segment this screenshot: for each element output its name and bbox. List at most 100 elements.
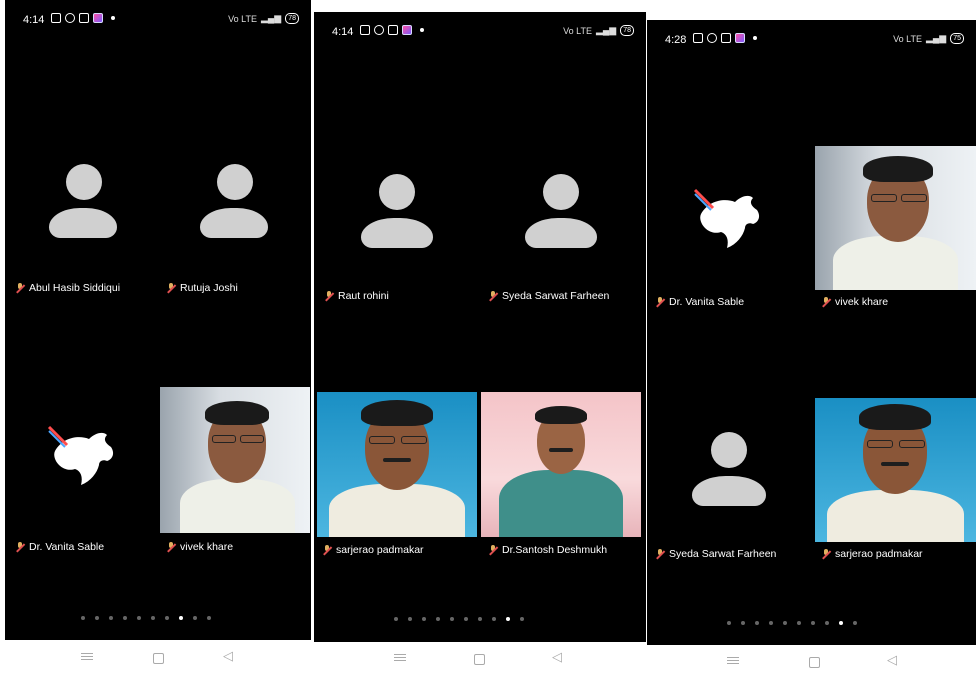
status-right: Vo LTE ▂▄▆ 78 xyxy=(563,25,634,36)
page-dot[interactable] xyxy=(408,617,412,621)
page-dot[interactable] xyxy=(450,617,454,621)
page-dot[interactable] xyxy=(123,616,127,620)
page-dot[interactable] xyxy=(95,616,99,620)
participant-name-row: vivek khare xyxy=(166,541,233,553)
participant-name: sarjerao padmakar xyxy=(835,548,923,560)
page-dot[interactable] xyxy=(478,617,482,621)
recents-lines-icon[interactable] xyxy=(727,657,739,664)
participant-name: Syeda Sarwat Farheen xyxy=(669,548,777,560)
recents-lines-icon[interactable] xyxy=(81,653,93,660)
page-dot[interactable] xyxy=(769,621,773,625)
participant-tile[interactable]: Syeda Sarwat Farheen xyxy=(647,398,813,568)
page-dot[interactable] xyxy=(207,616,211,620)
page-dot[interactable] xyxy=(811,621,815,625)
participant-video xyxy=(160,387,310,533)
page-indicator[interactable] xyxy=(81,616,211,620)
participant-name: vivek khare xyxy=(835,296,889,308)
page-dot[interactable] xyxy=(783,621,787,625)
signal-label: Vo LTE xyxy=(563,25,592,36)
globe-icon xyxy=(374,25,384,35)
signal-label: Vo LTE xyxy=(228,13,257,24)
mic-off-icon xyxy=(15,542,25,552)
notification-icons xyxy=(693,33,757,43)
page-indicator[interactable] xyxy=(727,621,857,625)
message-icon xyxy=(721,33,731,43)
page-dot[interactable] xyxy=(81,616,85,620)
participant-tile[interactable]: vivek khare xyxy=(813,146,976,316)
page-dot[interactable] xyxy=(422,617,426,621)
status-right: Vo LTE ▂▄▆ 78 xyxy=(228,13,299,24)
nav-bar: ◁ xyxy=(314,642,646,675)
page-dot[interactable] xyxy=(853,621,857,625)
back-triangle-icon[interactable]: ◁ xyxy=(887,652,897,668)
mic-off-icon xyxy=(15,283,25,293)
nav-bar: ◁ xyxy=(5,640,311,675)
recents-lines-icon[interactable] xyxy=(394,654,406,661)
status-time: 4:14 xyxy=(332,26,354,38)
page-dot[interactable] xyxy=(436,617,440,621)
participant-tile[interactable]: Raut rohini xyxy=(314,138,480,308)
page-dot[interactable] xyxy=(797,621,801,625)
page-dot[interactable] xyxy=(394,617,398,621)
person-placeholder-icon xyxy=(361,174,433,254)
participant-tile[interactable]: Rutuja Joshi xyxy=(158,130,311,305)
page-dot[interactable] xyxy=(825,621,829,625)
home-square-icon[interactable] xyxy=(153,653,164,664)
more-dot-icon xyxy=(420,28,424,32)
app-icon xyxy=(735,33,745,43)
page-dot[interactable] xyxy=(520,617,524,621)
status-bar: 4:28 Vo LTE ▂▄▆ 75 xyxy=(647,28,976,52)
participant-tile[interactable]: Abul Hasib Siddiqui xyxy=(5,130,158,305)
participant-name-row: Abul Hasib Siddiqui xyxy=(15,282,120,294)
page-dot-active[interactable] xyxy=(839,621,843,625)
participant-name: vivek khare xyxy=(180,541,234,553)
person-placeholder-icon xyxy=(200,164,268,244)
more-dot-icon xyxy=(753,36,757,40)
page-dot-active[interactable] xyxy=(179,616,183,620)
participant-tile[interactable]: Dr.Santosh Deshmukh xyxy=(480,392,646,562)
status-right: Vo LTE ▂▄▆ 75 xyxy=(893,33,964,44)
page-dot[interactable] xyxy=(727,621,731,625)
screen-2: 4:14 Vo LTE ▂▄▆ 78 Raut rohini Syeda Sar… xyxy=(314,12,646,642)
participant-name-row: Dr. Vanita Sable xyxy=(15,541,104,553)
participant-name-row: sarjerao padmakar xyxy=(821,548,923,560)
home-square-icon[interactable] xyxy=(809,657,820,668)
page-dot[interactable] xyxy=(151,616,155,620)
mic-off-icon xyxy=(821,549,831,559)
participant-tile[interactable]: Dr. Vanita Sable xyxy=(5,385,158,560)
status-bar: 4:14 Vo LTE ▂▄▆ 78 xyxy=(314,20,646,44)
page-dot[interactable] xyxy=(137,616,141,620)
participant-name-row: Syeda Sarwat Farheen xyxy=(655,548,776,560)
page-dot[interactable] xyxy=(109,616,113,620)
participant-name-row: Raut rohini xyxy=(324,290,389,302)
page-dot[interactable] xyxy=(464,617,468,621)
mic-off-icon xyxy=(488,545,498,555)
participant-tile[interactable]: Dr. Vanita Sable xyxy=(647,146,813,316)
participant-name-row: Dr. Vanita Sable xyxy=(655,296,744,308)
notification-icons xyxy=(51,13,115,23)
back-triangle-icon[interactable]: ◁ xyxy=(223,648,233,664)
page-indicator[interactable] xyxy=(394,617,524,621)
page-dot[interactable] xyxy=(165,616,169,620)
participant-tile[interactable]: sarjerao padmakar xyxy=(314,392,480,562)
home-square-icon[interactable] xyxy=(474,654,485,665)
message-icon xyxy=(388,25,398,35)
page-dot[interactable] xyxy=(193,616,197,620)
participant-tile[interactable]: Syeda Sarwat Farheen xyxy=(480,138,646,308)
page-dot[interactable] xyxy=(755,621,759,625)
unicorn-avatar-icon xyxy=(693,188,760,248)
participant-name-row: sarjerao padmakar xyxy=(322,544,424,556)
app-icon xyxy=(402,25,412,35)
mic-off-icon xyxy=(821,297,831,307)
page-dot[interactable] xyxy=(492,617,496,621)
more-dot-icon xyxy=(111,16,115,20)
page-dot-active[interactable] xyxy=(506,617,510,621)
participant-name: Raut rohini xyxy=(338,290,389,302)
mic-off-icon xyxy=(166,542,176,552)
participant-tile[interactable]: sarjerao padmakar xyxy=(813,398,976,568)
unicorn-avatar-icon xyxy=(47,425,114,485)
participant-tile[interactable]: vivek khare xyxy=(158,385,311,560)
page-dot[interactable] xyxy=(741,621,745,625)
person-placeholder-icon xyxy=(525,174,597,254)
back-triangle-icon[interactable]: ◁ xyxy=(552,649,562,665)
